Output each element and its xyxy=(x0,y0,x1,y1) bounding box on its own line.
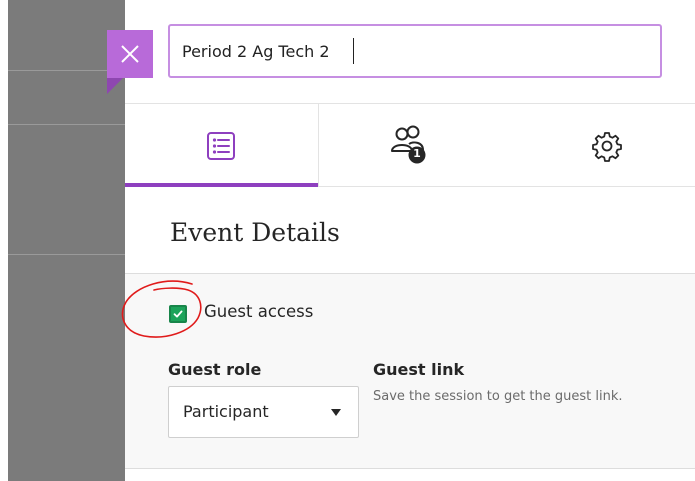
checkmark-icon xyxy=(173,310,183,318)
overlay-divider xyxy=(8,124,125,125)
dropdown-arrow-icon xyxy=(331,409,341,416)
session-title-input[interactable] xyxy=(168,24,662,78)
tab-attendees[interactable]: 1 xyxy=(319,104,509,187)
left-edge xyxy=(0,0,8,481)
text-caret xyxy=(353,38,354,64)
guest-role-select[interactable]: Participant xyxy=(168,386,359,438)
guest-role-label: Guest role xyxy=(168,360,262,379)
gear-icon xyxy=(592,132,622,162)
list-icon xyxy=(207,132,235,160)
event-details-heading: Event Details xyxy=(170,218,340,247)
guest-link-description: Save the session to get the guest link. xyxy=(373,389,623,404)
panel-tabs: 1 xyxy=(125,103,695,187)
guest-access-label[interactable]: Guest access xyxy=(204,302,313,321)
attendees-icon xyxy=(391,125,426,164)
guest-role-value: Participant xyxy=(183,402,269,421)
close-button-tail xyxy=(107,78,123,94)
active-tab-indicator xyxy=(125,183,318,187)
guest-access-checkbox[interactable] xyxy=(169,305,187,323)
close-icon xyxy=(121,45,139,63)
guest-link-label: Guest link xyxy=(373,360,465,379)
attendees-count-badge: 1 xyxy=(413,147,421,160)
close-panel-button[interactable] xyxy=(107,30,153,78)
tab-settings[interactable] xyxy=(509,104,695,187)
tab-details[interactable] xyxy=(125,104,319,187)
overlay-divider xyxy=(8,254,125,255)
